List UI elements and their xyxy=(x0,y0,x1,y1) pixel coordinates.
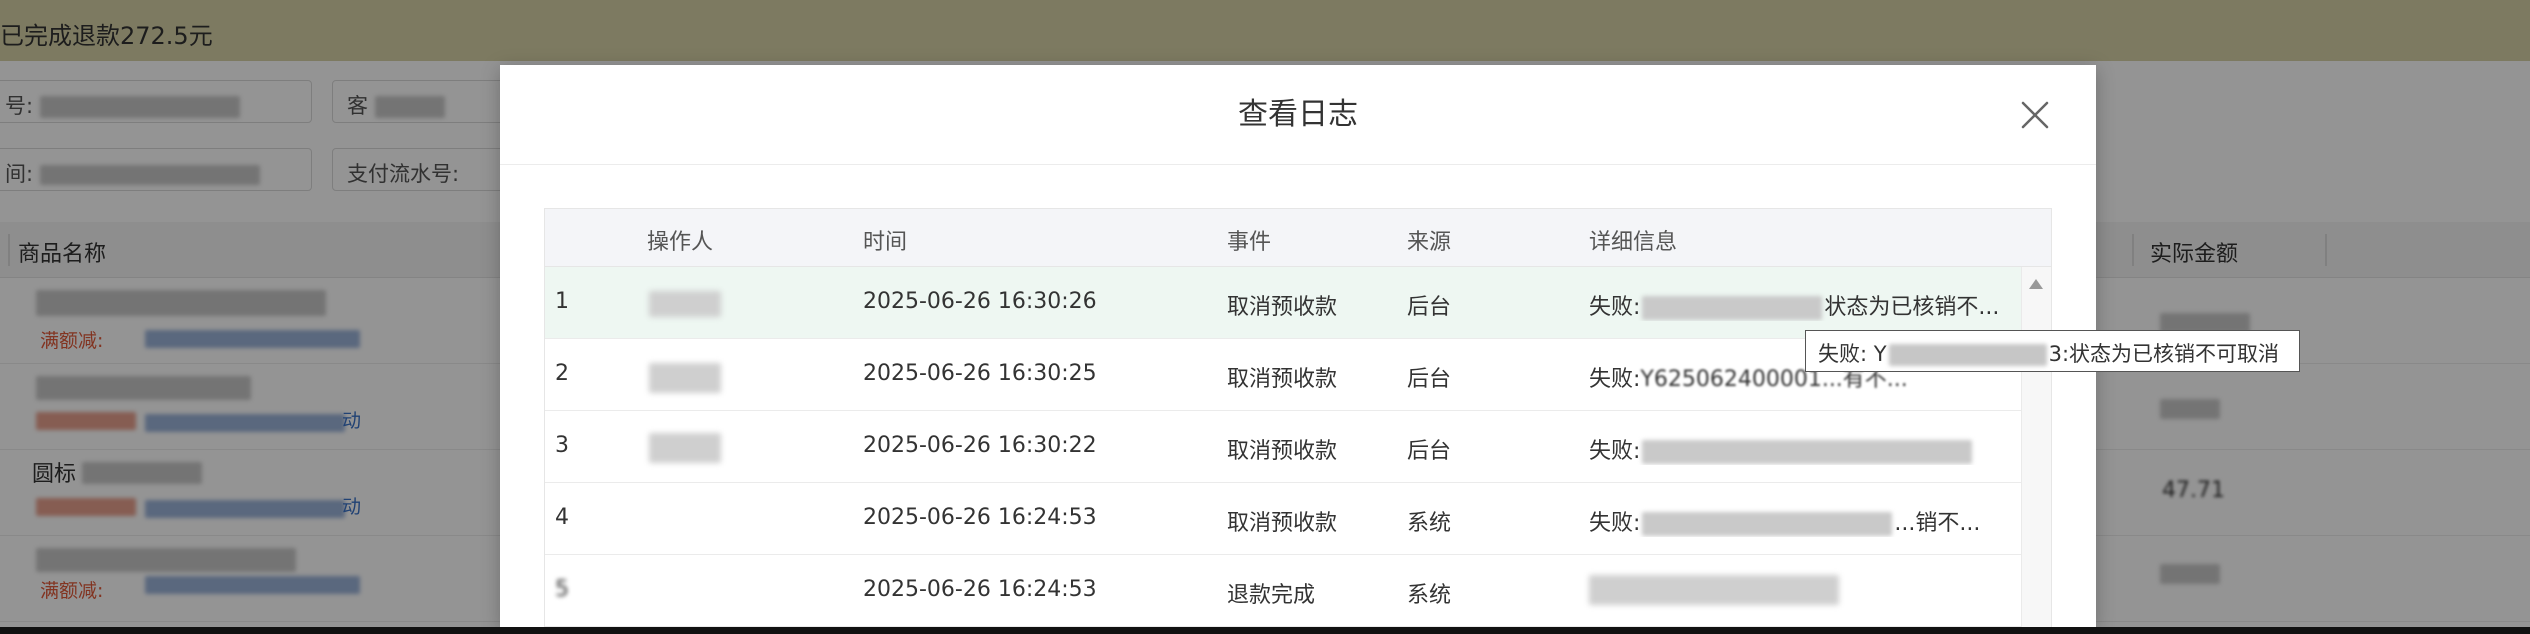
close-icon xyxy=(2021,101,2049,129)
row-time: 2025-06-26 16:30:25 xyxy=(863,361,1097,386)
caret-up-icon[interactable] xyxy=(2029,279,2043,289)
row-index: 2 xyxy=(555,361,569,386)
row-source: 系统 xyxy=(1407,583,1452,608)
row-time: 2025-06-26 16:30:22 xyxy=(863,433,1097,458)
row-source: 后台 xyxy=(1407,295,1452,320)
row-time: 2025-06-26 16:24:53 xyxy=(863,577,1097,602)
column-event: 事件 xyxy=(1227,230,1272,255)
row-event: 取消预收款 xyxy=(1227,439,1338,464)
row-source: 后台 xyxy=(1407,439,1452,464)
row-index: 5 xyxy=(555,577,569,602)
log-row[interactable]: 1 2025-06-26 16:30:26 取消预收款 后台 失败: 状态为已核销… xyxy=(545,267,2021,339)
row-index: 4 xyxy=(555,505,569,530)
detail-tooltip: 失败: Y 3:状态为已核销不可取消 xyxy=(1805,330,2300,372)
log-row[interactable]: 2 2025-06-26 16:30:25 取消预收款 后台 失败:Y62506… xyxy=(545,339,2021,411)
dialog-title: 查看日志 xyxy=(1238,97,1358,132)
log-table: 操作人 时间 事件 来源 详细信息 1 2025-06-26 16:30:26 … xyxy=(544,208,2052,627)
row-detail[interactable]: 失败: 状态为已核销不... xyxy=(1589,289,2005,321)
row-event: 取消预收款 xyxy=(1227,511,1338,536)
close-button[interactable] xyxy=(2018,98,2052,132)
dialog-header: 查看日志 xyxy=(500,65,2096,165)
operator-redacted xyxy=(649,363,721,393)
row-detail[interactable]: 失败: ...销不... xyxy=(1589,505,2005,537)
detail-redacted xyxy=(1589,575,1839,605)
log-table-scrollbar[interactable] xyxy=(2021,267,2051,627)
row-source: 系统 xyxy=(1407,511,1452,536)
row-event: 退款完成 xyxy=(1227,583,1316,608)
row-event: 取消预收款 xyxy=(1227,367,1338,392)
column-operator: 操作人 xyxy=(647,230,714,255)
log-row[interactable]: 5 2025-06-26 16:24:53 退款完成 系统 xyxy=(545,555,2021,627)
row-index: 3 xyxy=(555,433,569,458)
row-time: 2025-06-26 16:30:26 xyxy=(863,289,1097,314)
log-row[interactable]: 3 2025-06-26 16:30:22 取消预收款 后台 失败: xyxy=(545,411,2021,483)
operator-redacted xyxy=(649,291,721,317)
bottom-edge xyxy=(0,627,2530,634)
row-detail[interactable]: 失败: xyxy=(1589,433,2005,465)
column-time: 时间 xyxy=(863,230,908,255)
log-table-header: 操作人 时间 事件 来源 详细信息 xyxy=(545,209,2051,267)
column-detail: 详细信息 xyxy=(1589,230,1678,255)
row-time: 2025-06-26 16:24:53 xyxy=(863,505,1097,530)
row-index: 1 xyxy=(555,289,569,314)
row-source: 后台 xyxy=(1407,367,1452,392)
row-event: 取消预收款 xyxy=(1227,295,1338,320)
operator-redacted xyxy=(649,433,721,463)
column-source: 来源 xyxy=(1407,230,1452,255)
log-row[interactable]: 4 2025-06-26 16:24:53 取消预收款 系统 失败: ...销不.… xyxy=(545,483,2021,555)
